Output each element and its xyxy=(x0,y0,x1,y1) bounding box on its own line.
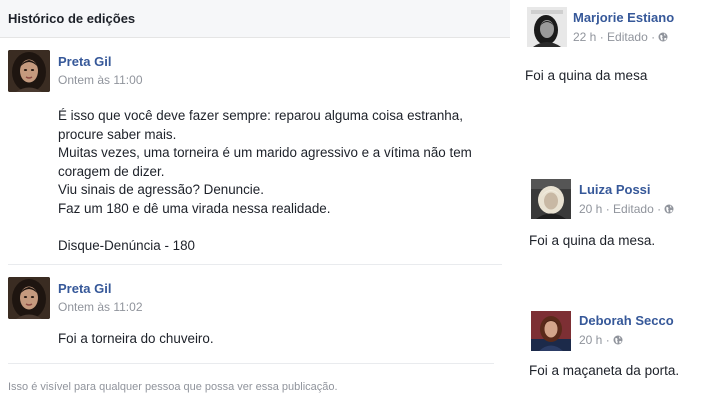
edit-text-line: procure saber mais. xyxy=(58,126,177,142)
divider xyxy=(8,363,494,364)
globe-icon xyxy=(664,204,674,214)
edited-label[interactable]: Editado xyxy=(613,202,654,216)
meta-separator: · xyxy=(651,30,656,44)
edit-text-line: É isso que você deve fazer sempre: repar… xyxy=(58,108,463,123)
edit-history-title: Histórico de edições xyxy=(8,11,136,26)
edit-text: Foi a torneira do chuveiro. xyxy=(58,330,508,349)
avatar[interactable] xyxy=(531,179,571,219)
edit-text-line: Foi a torneira do chuveiro. xyxy=(58,331,214,346)
edit-text: É isso que você deve fazer sempre: repar… xyxy=(58,107,508,255)
commenter-name-link[interactable]: Marjorie Estiano xyxy=(573,10,674,25)
avatar[interactable] xyxy=(527,7,567,47)
comment-time-link[interactable]: 20 h xyxy=(579,202,602,216)
meta-separator: · xyxy=(605,202,610,216)
edit-history-panel: Histórico de edições Preta Gil Ontem às … xyxy=(0,0,510,417)
comment-text: Foi a quina da mesa. xyxy=(529,233,656,248)
meta-separator: · xyxy=(657,202,662,216)
comment-time-link[interactable]: 20 h xyxy=(579,333,602,347)
edit-text-line: Disque-Denúncia - 180 xyxy=(58,237,195,253)
meta-separator: · xyxy=(599,30,604,44)
comment-text: Foi a maçaneta da porta. xyxy=(529,363,680,378)
edit-timestamp[interactable]: Ontem às 11:02 xyxy=(58,300,143,314)
commenter-name-link[interactable]: Luiza Possi xyxy=(579,182,651,197)
edit-text-line: coragem de dizer. xyxy=(58,163,165,179)
comment-meta: 22 h · Editado · xyxy=(573,30,668,44)
divider xyxy=(8,264,502,265)
comment-text: Foi a quina da mesa xyxy=(525,68,648,83)
edit-text-line: Viu sinais de agressão? Denuncie. xyxy=(58,182,264,197)
edit-timestamp[interactable]: Ontem às 11:00 xyxy=(58,73,143,87)
avatar[interactable] xyxy=(531,311,571,351)
globe-icon xyxy=(613,335,623,345)
edited-label[interactable]: Editado xyxy=(607,30,648,44)
avatar[interactable] xyxy=(8,50,50,92)
edit-text-line: Muitas vezes, uma torneira é um marido a… xyxy=(58,145,472,160)
commenter-name-link[interactable]: Deborah Secco xyxy=(579,313,674,328)
edit-text-line: Faz um 180 e dê uma virada nessa realida… xyxy=(58,200,331,216)
edit-history-header: Histórico de edições xyxy=(0,0,510,38)
meta-separator: · xyxy=(605,333,610,347)
author-name-link[interactable]: Preta Gil xyxy=(58,54,111,69)
comment-meta: 20 h · xyxy=(579,333,623,347)
visibility-note: Isso é visível para qualquer pessoa que … xyxy=(8,381,338,393)
globe-icon xyxy=(658,32,668,42)
author-name-link[interactable]: Preta Gil xyxy=(58,281,111,296)
comment-time-link[interactable]: 22 h xyxy=(573,30,596,44)
comment-meta: 20 h · Editado · xyxy=(579,202,674,216)
avatar[interactable] xyxy=(8,277,50,319)
